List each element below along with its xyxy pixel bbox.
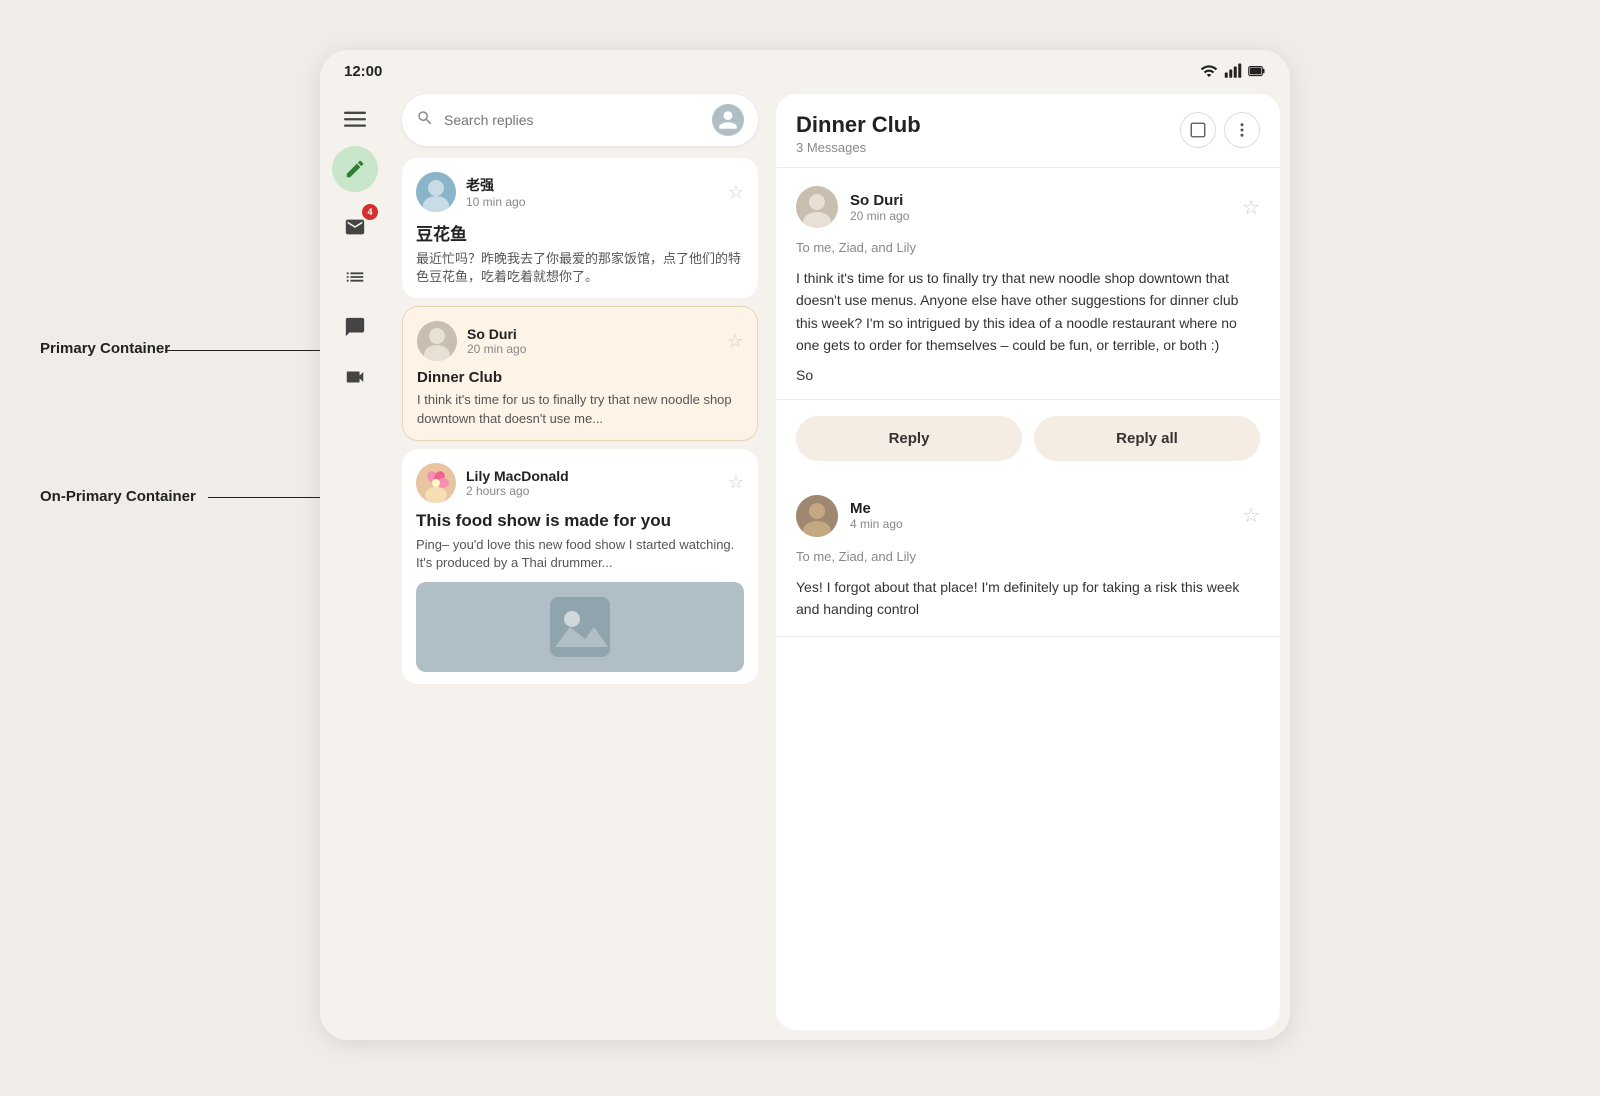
msg-body-me: Yes! I forgot about that place! I'm defi…	[796, 576, 1260, 621]
msg-sender-soduri: So Duri	[850, 192, 1230, 209]
detail-title: Dinner Club	[796, 112, 921, 138]
email-sender-soduri: So Duri	[467, 326, 717, 342]
message-item-me: Me 4 min ago ☆ To me, Ziad, and Lily Yes…	[776, 477, 1280, 638]
msg-avatar-soduri	[796, 186, 838, 228]
email-subject-lily: This food show is made for you	[416, 511, 744, 531]
email-preview-laozi: 最近忙吗？昨晚我去了你最爱的那家饭馆，点了他们的特色豆花鱼，吃着吃着就想你了。	[416, 250, 744, 286]
email-time-laozi: 10 min ago	[466, 195, 718, 209]
email-sender-laozi: 老强	[466, 175, 718, 195]
detail-count: 3 Messages	[796, 140, 921, 155]
msg-avatar-me	[796, 495, 838, 537]
signal-icon	[1224, 62, 1242, 80]
email-subject-soduri: Dinner Club	[417, 369, 743, 386]
message-header-me: Me 4 min ago ☆	[796, 495, 1260, 537]
wifi-icon	[1200, 62, 1218, 80]
inbox-badge: 4	[362, 204, 378, 220]
email-detail-panel: Dinner Club 3 Messages	[776, 94, 1280, 1030]
sidebar-menu-icon[interactable]	[332, 96, 378, 142]
email-preview-lily: Ping– you'd love this new food show I st…	[416, 536, 744, 572]
sidebar-chat-icon[interactable]	[332, 304, 378, 350]
message-item-soduri: So Duri 20 min ago ☆ To me, Ziad, and Li…	[776, 168, 1280, 400]
sidebar-list-icon[interactable]	[332, 254, 378, 300]
msg-star-me[interactable]: ☆	[1242, 503, 1260, 528]
email-header-soduri: So Duri 20 min ago ☆	[417, 321, 743, 361]
sidebar-inbox-wrapper[interactable]: 4	[332, 204, 378, 250]
email-item-laozi[interactable]: 老强 10 min ago ☆ 豆花鱼 最近忙吗？昨晚我去了你最爱的那家饭馆，点…	[402, 158, 758, 298]
msg-to-soduri: To me, Ziad, and Lily	[796, 240, 1260, 255]
sidebar: 4	[320, 86, 390, 1040]
star-laozi[interactable]: ☆	[728, 182, 744, 203]
email-time-soduri: 20 min ago	[467, 342, 717, 356]
reply-button[interactable]: Reply	[796, 416, 1022, 461]
msg-sign-soduri: So	[796, 367, 1260, 383]
phone-frame: 12:00	[320, 50, 1290, 1040]
email-item-soduri[interactable]: So Duri 20 min ago ☆ Dinner Club I think…	[402, 306, 758, 440]
message-header-soduri: So Duri 20 min ago ☆	[796, 186, 1260, 228]
status-bar: 12:00	[320, 50, 1290, 86]
email-meta-laozi: 老强 10 min ago	[466, 175, 718, 209]
email-subject-laozi: 豆花鱼	[416, 220, 744, 245]
search-icon	[416, 109, 434, 132]
email-header-laozi: 老强 10 min ago ☆	[416, 172, 744, 212]
email-item-lily[interactable]: Lily MacDonald 2 hours ago ☆ This food s…	[402, 449, 758, 684]
msg-meta-soduri: So Duri 20 min ago	[850, 192, 1230, 223]
avatar-laozi	[416, 172, 456, 212]
search-input[interactable]	[444, 112, 702, 128]
email-image-lily	[416, 582, 744, 672]
msg-time-soduri: 20 min ago	[850, 209, 1230, 223]
main-content: 4	[320, 86, 1290, 1040]
status-time: 12:00	[344, 63, 382, 80]
msg-body-soduri: I think it's time for us to finally try …	[796, 267, 1260, 357]
msg-meta-me: Me 4 min ago	[850, 500, 1230, 531]
email-time-lily: 2 hours ago	[466, 484, 718, 498]
detail-title-block: Dinner Club 3 Messages	[796, 112, 921, 155]
msg-sender-me: Me	[850, 500, 1230, 517]
user-avatar-search	[712, 104, 744, 136]
label-primary-container: Primary Container	[40, 340, 170, 357]
sidebar-compose-icon[interactable]	[332, 146, 378, 192]
email-list-panel: 老强 10 min ago ☆ 豆花鱼 最近忙吗？昨晚我去了你最爱的那家饭馆，点…	[390, 86, 770, 1040]
email-preview-soduri: I think it's time for us to finally try …	[417, 391, 743, 427]
sidebar-video-icon[interactable]	[332, 354, 378, 400]
detail-header: Dinner Club 3 Messages	[776, 94, 1280, 168]
email-meta-soduri: So Duri 20 min ago	[467, 326, 717, 356]
msg-to-me: To me, Ziad, and Lily	[796, 549, 1260, 564]
msg-star-soduri[interactable]: ☆	[1242, 195, 1260, 220]
avatar-soduri-list	[417, 321, 457, 361]
detail-square-icon[interactable]	[1180, 112, 1216, 148]
detail-more-icon[interactable]	[1224, 112, 1260, 148]
email-header-lily: Lily MacDonald 2 hours ago ☆	[416, 463, 744, 503]
detail-messages: So Duri 20 min ago ☆ To me, Ziad, and Li…	[776, 168, 1280, 1030]
email-sender-lily: Lily MacDonald	[466, 468, 718, 484]
star-lily[interactable]: ☆	[728, 472, 744, 493]
avatar-lily	[416, 463, 456, 503]
msg-time-me: 4 min ago	[850, 517, 1230, 531]
email-meta-lily: Lily MacDonald 2 hours ago	[466, 468, 718, 498]
status-icons	[1200, 62, 1266, 80]
battery-icon	[1248, 62, 1266, 80]
reply-actions: Reply Reply all	[776, 400, 1280, 477]
star-soduri[interactable]: ☆	[727, 331, 743, 352]
reply-all-button[interactable]: Reply all	[1034, 416, 1260, 461]
label-on-primary-container: On-Primary Container	[40, 488, 196, 505]
detail-header-actions	[1180, 112, 1260, 148]
search-bar[interactable]	[402, 94, 758, 146]
